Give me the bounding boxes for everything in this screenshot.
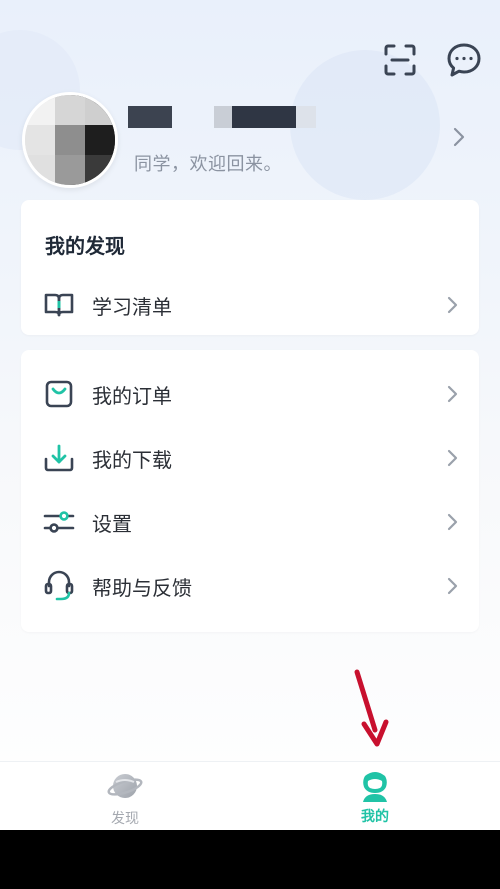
bottom-tab-bar: 发现 我的 <box>0 761 500 830</box>
welcome-subtitle: 同学，欢迎回来。 <box>134 154 282 175</box>
top-actions <box>382 42 482 78</box>
app-screen: 同学，欢迎回来。 我的发现 学习清单 我的订单 我的下载 设置 帮助与反馈 发现… <box>0 0 500 830</box>
tab-label: 我的 <box>361 809 389 825</box>
download-icon <box>43 442 75 474</box>
chevron-right-icon <box>447 513 458 531</box>
menu-item-settings[interactable]: 设置 <box>21 493 479 551</box>
shopping-bag-icon <box>43 378 75 410</box>
chevron-right-icon <box>447 449 458 467</box>
chevron-right-icon <box>447 577 458 595</box>
section-title: 我的发现 <box>45 234 125 258</box>
tab-discover[interactable]: 发现 <box>0 762 250 830</box>
settings-menu-card: 我的订单 我的下载 设置 帮助与反馈 <box>21 350 479 632</box>
chevron-right-icon <box>453 127 465 147</box>
tab-label: 发现 <box>111 811 139 827</box>
system-bar <box>0 830 500 889</box>
menu-item-my-downloads[interactable]: 我的下载 <box>21 429 479 487</box>
menu-item-my-orders[interactable]: 我的订单 <box>21 365 479 423</box>
headset-icon <box>43 570 75 602</box>
book-icon <box>43 289 75 321</box>
profile-header[interactable]: 同学，欢迎回来。 <box>22 92 482 188</box>
menu-item-label: 学习清单 <box>92 294 172 319</box>
discover-card: 我的发现 学习清单 <box>21 200 479 335</box>
menu-item-help-feedback[interactable]: 帮助与反馈 <box>21 557 479 615</box>
chat-bubble-icon[interactable] <box>446 42 482 78</box>
user-icon <box>363 772 387 802</box>
username-redacted <box>128 106 316 128</box>
avatar[interactable] <box>22 92 118 188</box>
tab-mine[interactable]: 我的 <box>250 762 500 830</box>
menu-item-study-list[interactable]: 学习清单 <box>21 276 479 334</box>
menu-item-label: 帮助与反馈 <box>92 575 192 600</box>
menu-item-label: 我的订单 <box>92 383 172 408</box>
annotation-arrow-icon <box>354 669 389 747</box>
sliders-icon <box>43 506 75 538</box>
menu-item-label: 设置 <box>92 511 132 536</box>
menu-item-label: 我的下载 <box>92 447 172 472</box>
chevron-right-icon <box>447 385 458 403</box>
chevron-right-icon <box>447 296 458 314</box>
scan-icon[interactable] <box>382 42 418 78</box>
planet-icon <box>107 774 143 798</box>
